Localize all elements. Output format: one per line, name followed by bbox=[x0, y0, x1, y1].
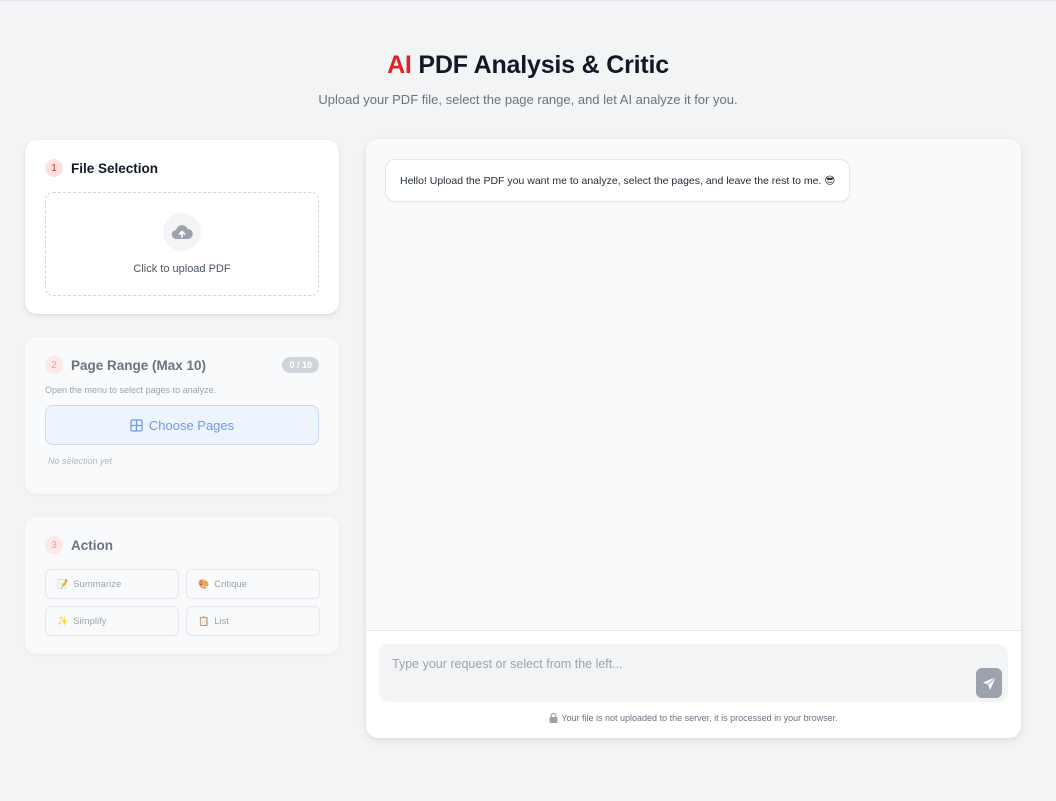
page-title: AI PDF Analysis & Critic bbox=[0, 51, 1056, 80]
upload-icon-circle bbox=[163, 213, 201, 251]
lock-icon bbox=[549, 713, 558, 723]
step-badge: 2 bbox=[45, 356, 63, 374]
cloud-upload-icon bbox=[171, 225, 193, 240]
step-badge: 3 bbox=[45, 536, 63, 554]
chat-panel: Hello! Upload the PDF you want me to ana… bbox=[366, 139, 1021, 738]
card-title: File Selection bbox=[71, 160, 159, 176]
title-text: PDF Analysis & Critic bbox=[411, 51, 669, 79]
send-button[interactable] bbox=[976, 668, 1002, 698]
privacy-notice-text: Your file is not uploaded to the server,… bbox=[561, 713, 838, 723]
memo-icon: 📝 bbox=[57, 578, 69, 589]
assistant-message: Hello! Upload the PDF you want me to ana… bbox=[385, 159, 851, 202]
chat-footer: Type your request or select from the lef… bbox=[366, 630, 1021, 738]
page-header: AI PDF Analysis & Critic Upload your PDF… bbox=[0, 51, 1056, 107]
card-header: 1 File Selection bbox=[45, 158, 319, 178]
action-buttons: 📝 Summarize 🎨 Critique ✨ Simplify 📋 List bbox=[45, 569, 320, 636]
palette-icon: 🎨 bbox=[198, 578, 210, 589]
page-range-hint: Open the menu to select pages to analyze… bbox=[45, 385, 217, 395]
title-accent: AI bbox=[387, 51, 412, 79]
summarize-button[interactable]: 📝 Summarize bbox=[45, 569, 179, 599]
page-subtitle: Upload your PDF file, select the page ra… bbox=[318, 92, 738, 107]
card-title: Action bbox=[71, 537, 113, 553]
file-selection-card: 1 File Selection Click to upload PDF bbox=[25, 140, 339, 314]
privacy-notice: Your file is not uploaded to the server,… bbox=[366, 713, 1021, 723]
page-counter-badge: 0 / 10 bbox=[282, 357, 319, 373]
pdf-upload-dropzone[interactable]: Click to upload PDF bbox=[45, 192, 319, 296]
page-range-card: 2 Page Range (Max 10) 0 / 10 Open the me… bbox=[25, 337, 339, 494]
action-label: Critique bbox=[214, 578, 247, 590]
list-button[interactable]: 📋 List bbox=[186, 606, 320, 636]
action-label: List bbox=[214, 615, 230, 627]
choose-pages-label: Choose Pages bbox=[148, 417, 235, 433]
card-title: Page Range (Max 10) bbox=[71, 357, 207, 373]
clipboard-icon: 📋 bbox=[198, 615, 210, 626]
card-header: 3 Action bbox=[45, 535, 319, 555]
sparkles-icon: ✨ bbox=[57, 615, 69, 626]
simplify-button[interactable]: ✨ Simplify bbox=[45, 606, 179, 636]
grid-icon bbox=[130, 418, 143, 432]
upload-label: Click to upload PDF bbox=[133, 263, 231, 275]
action-card: 3 Action 📝 Summarize 🎨 Critique ✨ Simplify … bbox=[25, 517, 339, 654]
send-icon bbox=[982, 676, 996, 690]
action-label: Simplify bbox=[73, 615, 107, 627]
choose-pages-button[interactable]: Choose Pages bbox=[45, 405, 319, 445]
critique-button[interactable]: 🎨 Critique bbox=[186, 569, 320, 599]
step-badge: 1 bbox=[45, 159, 63, 177]
chat-input[interactable]: Type your request or select from the lef… bbox=[379, 644, 1008, 702]
action-label: Summarize bbox=[73, 578, 122, 590]
card-header: 2 Page Range (Max 10) 0 / 10 bbox=[45, 355, 319, 375]
no-selection-text: No selection yet bbox=[48, 456, 113, 466]
